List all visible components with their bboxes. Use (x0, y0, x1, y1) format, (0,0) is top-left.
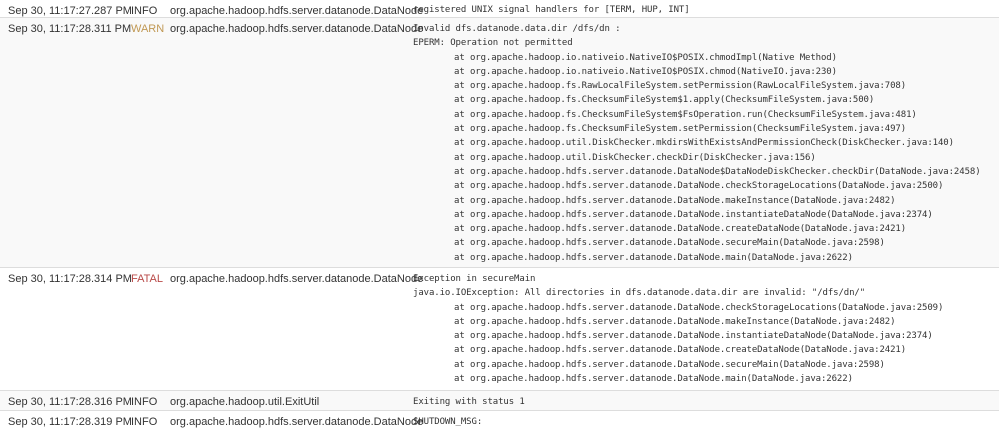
log-message-line: at org.apache.hadoop.fs.ChecksumFileSyst… (454, 124, 907, 135)
log-source: org.apache.hadoop.hdfs.server.datanode.D… (170, 416, 424, 428)
log-row: Sep 30, 11:17:28.316 PM INFO org.apache.… (0, 391, 999, 411)
log-message-line: EPERM: Operation not permitted (413, 38, 573, 49)
log-message-line: at org.apache.hadoop.hdfs.server.datanod… (454, 166, 981, 177)
log-message: Exiting with status 1 (413, 397, 525, 407)
log-message: Invalid dfs.datanode.data.dir /dfs/dn : E… (413, 22, 981, 265)
log-message-line: at org.apache.hadoop.hdfs.server.datanod… (454, 181, 944, 192)
log-message-line: at org.apache.hadoop.hdfs.server.datanod… (454, 252, 853, 263)
log-message-line: at org.apache.hadoop.util.DiskChecker.ch… (454, 152, 816, 163)
log-level: FATAL (131, 273, 163, 285)
log-message-line: at org.apache.hadoop.util.DiskChecker.mk… (454, 138, 954, 149)
log-message-line: at org.apache.hadoop.fs.ChecksumFileSyst… (454, 95, 875, 106)
log-message-line: at org.apache.hadoop.hdfs.server.datanod… (454, 345, 907, 356)
log-level: INFO (131, 396, 158, 408)
log-row: Sep 30, 11:17:28.319 PM INFO org.apache.… (0, 411, 999, 430)
log-row: Sep 30, 11:17:28.314 PM FATAL org.apache… (0, 268, 999, 391)
log-message-line: at org.apache.hadoop.io.nativeio.NativeI… (454, 66, 837, 77)
log-timestamp: Sep 30, 11:17:27.287 PM (8, 5, 132, 17)
log-source: org.apache.hadoop.hdfs.server.datanode.D… (170, 5, 424, 17)
log-row: Sep 30, 11:17:27.287 PM INFO org.apache.… (0, 0, 999, 18)
log-message: SHUTDOWN_MSG: (413, 417, 483, 427)
log-message-line: at org.apache.hadoop.hdfs.server.datanod… (454, 316, 896, 327)
log-message: registered UNIX signal handlers for [TER… (413, 5, 690, 15)
log-message-line: at org.apache.hadoop.hdfs.server.datanod… (454, 331, 933, 342)
log-message-line: at org.apache.hadoop.io.nativeio.NativeI… (454, 52, 837, 63)
log-message-line: at org.apache.hadoop.hdfs.server.datanod… (454, 209, 933, 220)
log-message-line: at org.apache.hadoop.hdfs.server.datanod… (454, 238, 885, 249)
log-row: Sep 30, 11:17:28.311 PM WARN org.apache.… (0, 18, 999, 268)
log-message-line: at org.apache.hadoop.fs.RawLocalFileSyst… (454, 81, 907, 92)
log-message-line: at org.apache.hadoop.hdfs.server.datanod… (454, 195, 896, 206)
log-message-line: java.io.IOException: All directories in … (413, 288, 866, 299)
log-source: org.apache.hadoop.hdfs.server.datanode.D… (170, 23, 424, 35)
log-message: Exception in secureMain java.io.IOExcepti… (413, 272, 943, 386)
log-message-line: at org.apache.hadoop.hdfs.server.datanod… (454, 374, 853, 385)
log-message-line: Exception in secureMain (413, 274, 536, 284)
log-message-line: at org.apache.hadoop.fs.ChecksumFileSyst… (454, 109, 917, 120)
log-message-line: at org.apache.hadoop.hdfs.server.datanod… (454, 359, 885, 370)
log-level: INFO (131, 416, 158, 428)
log-timestamp: Sep 30, 11:17:28.314 PM (8, 273, 132, 285)
log-timestamp: Sep 30, 11:17:28.319 PM (8, 416, 132, 428)
log-level: INFO (131, 5, 158, 17)
log-level: WARN (131, 23, 165, 35)
log-timestamp: Sep 30, 11:17:28.311 PM (8, 23, 132, 35)
log-timestamp: Sep 30, 11:17:28.316 PM (8, 396, 132, 408)
log-message-line: Invalid dfs.datanode.data.dir /dfs/dn : (413, 24, 621, 34)
log-message-line: at org.apache.hadoop.hdfs.server.datanod… (454, 302, 944, 313)
log-source: org.apache.hadoop.hdfs.server.datanode.D… (170, 273, 424, 285)
log-source: org.apache.hadoop.util.ExitUtil (170, 396, 320, 408)
log-message-line: at org.apache.hadoop.hdfs.server.datanod… (454, 224, 907, 235)
